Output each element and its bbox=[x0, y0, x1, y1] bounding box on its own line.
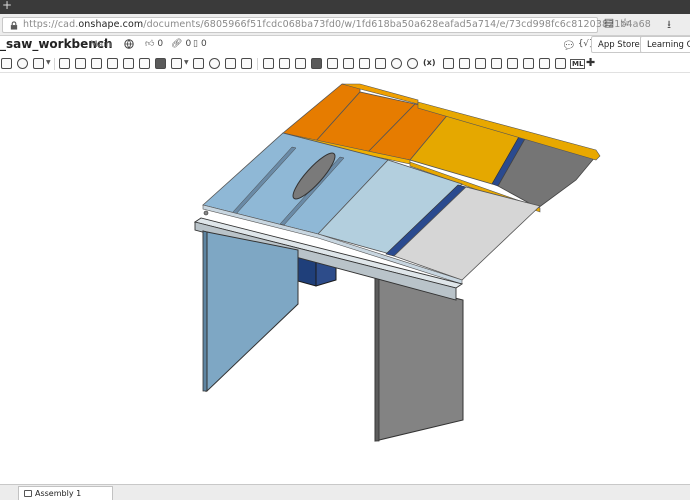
link-icon: 🔗︎ bbox=[171, 39, 183, 49]
branch-label[interactable]: Main bbox=[90, 40, 112, 50]
globe-icon[interactable] bbox=[124, 39, 134, 51]
fence-bolt bbox=[203, 210, 209, 216]
feature-toolbar: ▼ ▼ (x) ML ✚ bbox=[0, 55, 690, 73]
likes-count[interactable]: 👍︎ 0 bbox=[145, 39, 163, 49]
lock-icon bbox=[10, 21, 18, 30]
transform-tool-icon[interactable] bbox=[311, 58, 322, 69]
comments-icon[interactable]: 💬︎ bbox=[562, 39, 576, 52]
tab-label: Assembly 1 bbox=[35, 489, 82, 498]
left-leg-face bbox=[206, 231, 299, 393]
add-custom-feature-icon[interactable]: ✚ bbox=[586, 56, 595, 69]
mirror-tool-icon[interactable] bbox=[263, 58, 274, 69]
onshape-window: + https://cad.onshape.com/documents/6805… bbox=[0, 0, 690, 500]
analysis-tool-icon[interactable] bbox=[539, 58, 550, 69]
sweep-tool-icon[interactable] bbox=[59, 58, 70, 69]
graphics-viewport[interactable] bbox=[0, 74, 690, 484]
circular-pattern-tool-icon[interactable] bbox=[241, 58, 252, 69]
split-tool-icon[interactable] bbox=[295, 58, 306, 69]
workbench-model[interactable] bbox=[0, 74, 690, 484]
chamfer-tool-icon[interactable] bbox=[139, 58, 150, 69]
fillet-tool-icon[interactable] bbox=[123, 58, 134, 69]
left-leg-edge bbox=[202, 230, 208, 392]
shares-count[interactable]: ▯ 0 bbox=[193, 39, 207, 49]
assembly-icon bbox=[24, 490, 32, 497]
linear-pattern-tool-icon[interactable] bbox=[225, 58, 236, 69]
chevron-down-icon[interactable]: ▼ bbox=[46, 59, 51, 66]
download-icon[interactable]: ⭳ bbox=[660, 16, 678, 35]
boolean-tool-icon[interactable] bbox=[279, 58, 290, 69]
document-icon: ▯ bbox=[193, 39, 198, 49]
document-tab-bar: Assembly 1 bbox=[0, 484, 690, 500]
variable-tool-icon[interactable]: (x) bbox=[423, 58, 435, 67]
frame-tool-icon[interactable] bbox=[491, 58, 502, 69]
tab-assembly-1[interactable]: Assembly 1 bbox=[18, 486, 113, 500]
plane-tool-icon[interactable] bbox=[407, 58, 418, 69]
links-value: 0 bbox=[185, 39, 192, 49]
shell-tool-icon[interactable] bbox=[193, 58, 204, 69]
sketch-tool-icon[interactable] bbox=[1, 58, 12, 69]
url-domain: onshape.com bbox=[78, 19, 144, 30]
loft-tool-icon[interactable] bbox=[75, 58, 86, 69]
hole-tool-icon[interactable] bbox=[209, 58, 220, 69]
thicken-tool-icon[interactable] bbox=[91, 58, 102, 69]
thumbs-up-icon: 👍︎ bbox=[145, 39, 155, 49]
bookmark-star-icon[interactable]: ☆ bbox=[616, 16, 634, 29]
url-field[interactable]: https://cad.onshape.com/documents/680596… bbox=[2, 17, 651, 33]
address-bar: https://cad.onshape.com/documents/680596… bbox=[0, 14, 690, 36]
rib-tool-icon[interactable] bbox=[171, 58, 182, 69]
replace-face-tool-icon[interactable] bbox=[375, 58, 386, 69]
helix-tool-icon[interactable] bbox=[443, 58, 454, 69]
app-store-button[interactable]: App Store bbox=[591, 36, 647, 53]
enclose-tool-icon[interactable] bbox=[107, 58, 118, 69]
url-path: /documents/6805966f51fcdc068ba73fd0/w/1f… bbox=[143, 19, 651, 30]
toolbar-divider bbox=[54, 58, 55, 70]
draft-tool-icon[interactable] bbox=[155, 58, 166, 69]
move-face-tool-icon[interactable] bbox=[359, 58, 370, 69]
right-leg-panel[interactable] bbox=[374, 277, 464, 442]
offset-surface-tool-icon[interactable] bbox=[391, 58, 402, 69]
extrude-tool-icon[interactable] bbox=[17, 58, 28, 69]
custom-feature-tool-icon[interactable] bbox=[555, 58, 566, 69]
modify-fillet-tool-icon[interactable] bbox=[343, 58, 354, 69]
chevron-down-icon[interactable]: ▼ bbox=[184, 59, 189, 66]
revolve-tool-icon[interactable] bbox=[33, 58, 44, 69]
document-header: _saw_workbench Main 👍︎ 0 🔗︎ 0 ▯ 0 💬︎ {√} Ap… bbox=[0, 36, 690, 54]
section-view-tool-icon[interactable] bbox=[507, 58, 518, 69]
shares-value: 0 bbox=[200, 39, 207, 49]
toolbar-divider bbox=[257, 58, 258, 70]
measure-tool-icon[interactable] bbox=[523, 58, 534, 69]
right-leg-edge bbox=[374, 277, 380, 442]
3d-fit-spline-tool-icon[interactable] bbox=[459, 58, 470, 69]
likes-value: 0 bbox=[157, 39, 164, 49]
browser-tab-strip: + bbox=[0, 0, 690, 14]
learning-center-button[interactable]: Learning Center bbox=[640, 36, 690, 53]
url-text: https://cad.onshape.com/documents/680596… bbox=[23, 19, 651, 30]
new-tab-button[interactable]: + bbox=[2, 0, 12, 12]
links-count[interactable]: 🔗︎ 0 bbox=[171, 39, 191, 49]
sheet-metal-tool-icon[interactable] bbox=[475, 58, 486, 69]
url-prefix: https://cad. bbox=[23, 19, 79, 30]
ml-tool-icon[interactable]: ML bbox=[570, 59, 586, 69]
delete-part-tool-icon[interactable] bbox=[327, 58, 338, 69]
